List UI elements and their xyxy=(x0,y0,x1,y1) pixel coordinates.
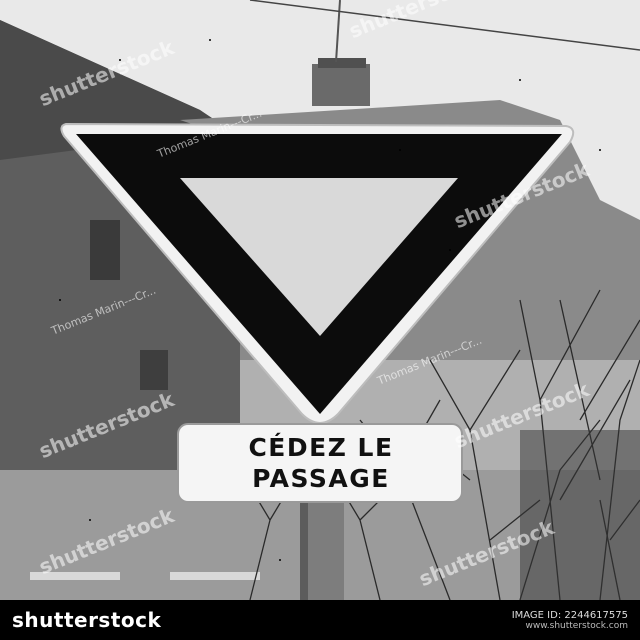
sign-text-line1: CÉDEZ LE xyxy=(248,433,394,462)
image-meta: IMAGE ID: 2244617575 www.shutterstock.co… xyxy=(512,610,628,631)
pole-shadow xyxy=(300,500,308,600)
brand-logo: shutterstock xyxy=(12,608,162,632)
chimney xyxy=(312,64,370,106)
image-id: IMAGE ID: 2244617575 xyxy=(511,609,628,621)
stock-footer: shutterstock IMAGE ID: 2244617575 www.sh… xyxy=(0,600,640,640)
building-window xyxy=(140,350,168,390)
bush-mass xyxy=(520,430,640,600)
photo: CÉDEZ LE PASSAGE shutterstock shuttersto… xyxy=(0,0,640,600)
building-window xyxy=(90,220,120,280)
sign-text-line2: PASSAGE xyxy=(252,464,390,493)
road-marking xyxy=(170,572,260,580)
sign-plate-text: CÉDEZ LE PASSAGE xyxy=(180,426,462,500)
chimney-cap xyxy=(318,58,366,68)
site-url: www.shutterstock.com xyxy=(525,620,628,631)
